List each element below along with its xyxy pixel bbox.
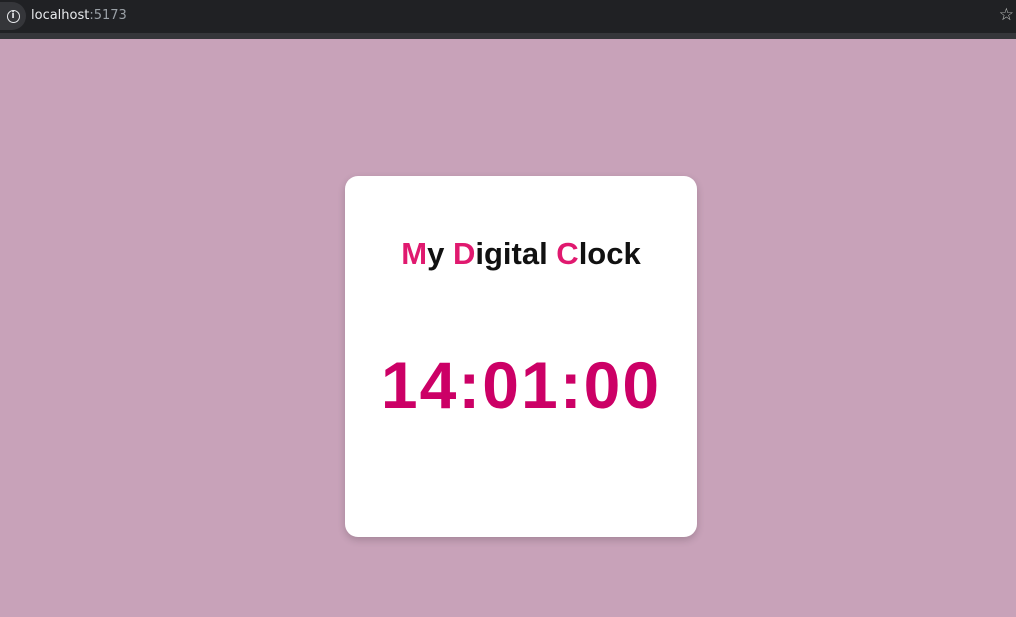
clock-card: My Digital Clock 14:01:00 [345, 176, 697, 537]
browser-toolbar: i localhost:5173 ☆ [0, 0, 1016, 33]
bookmark-star-icon[interactable]: ☆ [999, 5, 1014, 25]
page-background: My Digital Clock 14:01:00 [0, 39, 1016, 617]
title-letter-m: M [401, 236, 428, 271]
url-host: localhost [31, 8, 90, 23]
clock-title: My Digital Clock [345, 236, 697, 272]
title-letter-c: C [556, 236, 579, 271]
title-text-y: y [427, 236, 453, 271]
site-info-button[interactable]: i [0, 2, 26, 30]
info-icon: i [6, 9, 20, 23]
title-text-lock: lock [578, 236, 641, 271]
url-port: :5173 [89, 8, 127, 23]
title-text-igital: igital [475, 236, 557, 271]
address-bar[interactable]: localhost:5173 [31, 7, 127, 25]
title-letter-d: D [452, 236, 476, 271]
clock-time-display: 14:01:00 [380, 348, 662, 422]
